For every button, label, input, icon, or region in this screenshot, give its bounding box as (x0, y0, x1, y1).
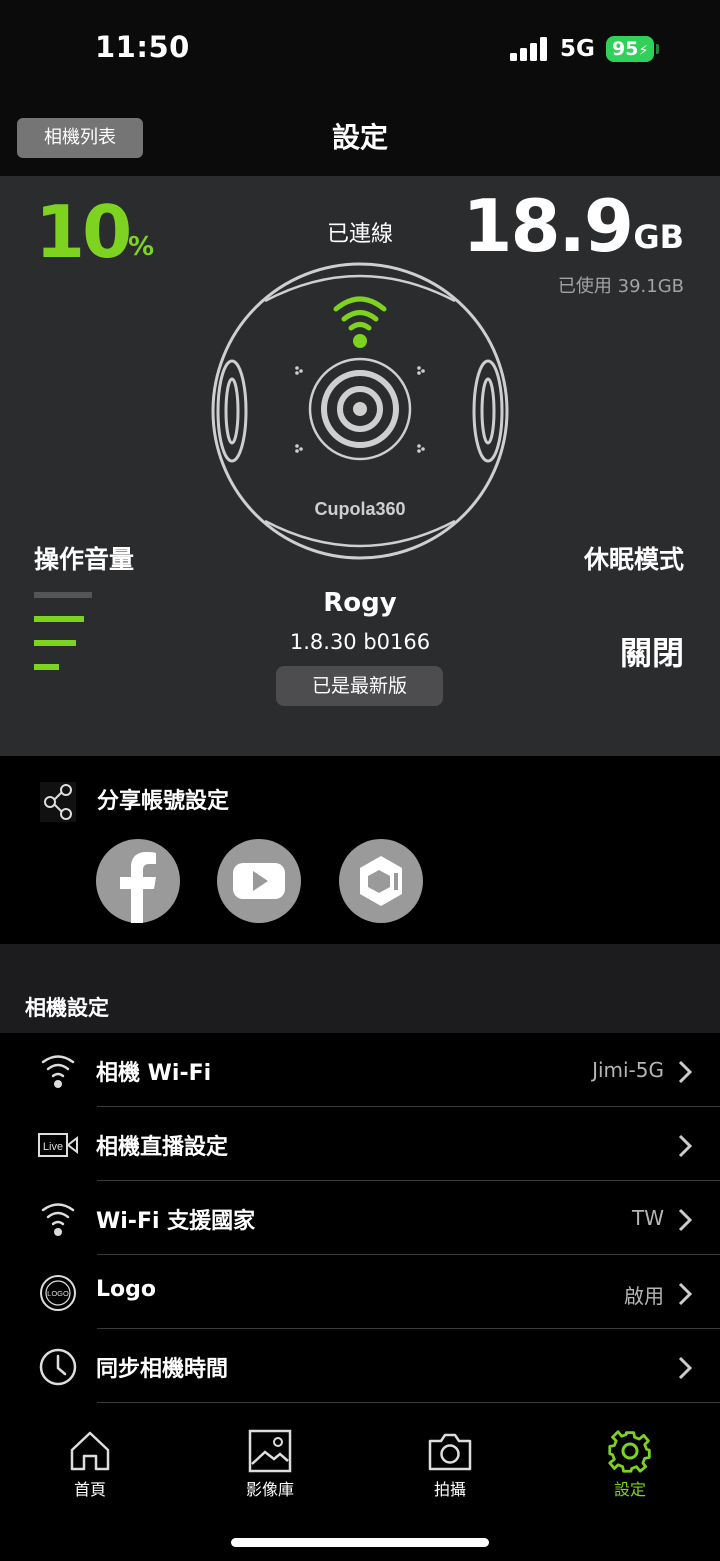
youtube-button[interactable] (217, 839, 301, 923)
setting-logo[interactable]: LOGO Logo 啟用 (0, 1255, 720, 1329)
chevron-right-icon (678, 1134, 692, 1158)
page-title: 設定 (331, 121, 388, 154)
camera-settings-header: 相機設定 (0, 944, 720, 1033)
wifi-icon (41, 1055, 75, 1088)
camera-name: Rogy (323, 588, 397, 618)
tab-capture[interactable]: 拍攝 (390, 1428, 510, 1500)
status-bar: 11:50 5G 95⚡ (0, 0, 720, 100)
live-icon: Live (38, 1133, 78, 1157)
tab-home[interactable]: 首頁 (30, 1428, 150, 1500)
firmware-update-button[interactable]: 已是最新版 (276, 666, 443, 706)
setting-value: 啟用 (624, 1284, 664, 1308)
setting-label: Logo (96, 1277, 156, 1302)
camera-brand: Cupola360 (314, 499, 405, 519)
section-title: 相機設定 (25, 996, 109, 1020)
setting-wifi-country[interactable]: Wi-Fi 支援國家 TW (0, 1181, 720, 1255)
home-indicator (231, 1538, 489, 1547)
share-icon (40, 782, 76, 822)
camera-icon (428, 1433, 472, 1471)
chevron-right-icon (678, 1356, 692, 1380)
setting-value: Jimi-5G (592, 1058, 664, 1082)
share-accounts-label: 分享帳號設定 (97, 789, 230, 814)
volume-label: 操作音量 (34, 545, 135, 574)
wifi-signal-icon (333, 296, 387, 331)
tab-label: 拍攝 (433, 1480, 466, 1499)
tab-gallery[interactable]: 影像庫 (210, 1428, 330, 1500)
sleep-mode-label: 休眠模式 (583, 545, 684, 574)
youtube-icon (233, 863, 285, 899)
battery-level: 95 (612, 38, 639, 60)
tab-settings[interactable]: 設定 (570, 1428, 690, 1500)
chevron-right-icon (678, 1060, 692, 1084)
cupola-icon (360, 856, 402, 906)
cupola-button[interactable] (339, 839, 423, 923)
home-icon (70, 1431, 110, 1471)
chevron-right-icon (678, 1282, 692, 1306)
tab-label: 首頁 (73, 1480, 106, 1499)
camera-illustration: Cupola360 (211, 262, 509, 560)
setting-label: Wi-Fi 支援國家 (96, 1209, 256, 1234)
logo-icon: LOGO (40, 1275, 76, 1311)
chevron-right-icon (678, 1208, 692, 1232)
nav-header: 相機列表 設定 (0, 100, 720, 176)
network-type: 5G (560, 36, 595, 62)
share-accounts-section: 分享帳號設定 (0, 756, 720, 944)
storage-unit: GB (633, 218, 684, 256)
gallery-icon (248, 1429, 292, 1473)
gear-icon (608, 1430, 651, 1473)
facebook-button[interactable] (96, 839, 180, 923)
camera-settings-list: 相機 Wi-Fi Jimi-5G Live 相機直播設定 Wi-Fi 支援國家 … (0, 1033, 720, 1403)
setting-sync-time[interactable]: 同步相機時間 (0, 1329, 720, 1403)
setting-live-stream[interactable]: Live 相機直播設定 (0, 1107, 720, 1181)
volume-level-bar (34, 664, 59, 670)
device-status-panel: 10 % 已連線 18.9 GB 已使用 39.1GB Cupola360 操作… (0, 176, 720, 756)
setting-camera-wifi[interactable]: 相機 Wi-Fi Jimi-5G (0, 1033, 720, 1107)
tab-label: 設定 (613, 1480, 646, 1499)
status-time: 11:50 (95, 30, 190, 64)
battery-icon: 95⚡ (606, 36, 654, 62)
svg-text:LOGO: LOGO (47, 1289, 69, 1298)
svg-text:Live: Live (43, 1141, 63, 1153)
setting-value: TW (632, 1206, 664, 1230)
clock-icon (39, 1348, 77, 1386)
tab-label: 影像庫 (245, 1480, 294, 1499)
setting-label: 相機直播設定 (96, 1135, 229, 1160)
facebook-icon (120, 852, 156, 923)
signal-icon (510, 37, 550, 61)
setting-label: 相機 Wi-Fi (96, 1061, 212, 1086)
setting-label: 同步相機時間 (96, 1357, 229, 1382)
firmware-version: 1.8.30 b0166 (289, 630, 431, 654)
wifi-icon (41, 1203, 75, 1236)
storage-used: 已使用 39.1GB (557, 276, 684, 297)
